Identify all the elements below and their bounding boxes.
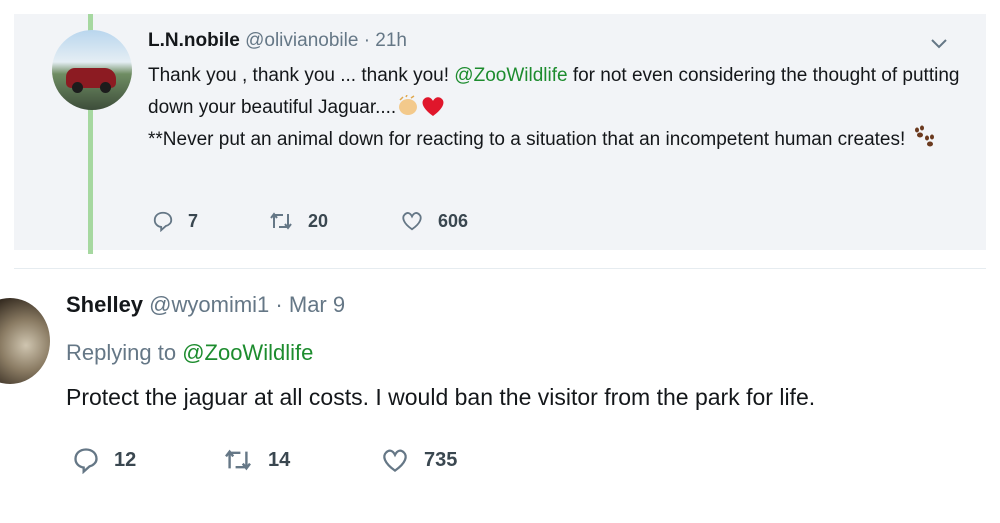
timestamp[interactable]: 21h xyxy=(375,30,407,51)
red-heart-icon xyxy=(420,94,446,118)
divider xyxy=(14,268,986,269)
heart-icon xyxy=(402,212,422,231)
replying-to: Replying to @ZooWildlife xyxy=(66,340,314,365)
chevron-down-icon[interactable] xyxy=(930,38,948,50)
tweet-header: L.N.nobile @olivianobile · 21h xyxy=(148,30,407,52)
avatar[interactable] xyxy=(52,30,132,110)
tweet-actions: 7 20 606 xyxy=(152,210,468,232)
retweet-icon xyxy=(270,212,292,230)
user-handle[interactable]: @olivianobile xyxy=(245,30,358,51)
like-button[interactable]: 606 xyxy=(400,210,468,232)
retweet-icon xyxy=(225,449,251,471)
avatar[interactable] xyxy=(0,298,50,384)
reply-button[interactable]: 7 xyxy=(152,210,268,232)
separator: · xyxy=(363,30,371,51)
clapping-hands-icon xyxy=(396,94,420,117)
reply-count: 12 xyxy=(114,448,137,471)
heart-icon xyxy=(383,449,407,472)
like-button[interactable]: 735 xyxy=(380,447,457,474)
tweet-text: Protect the jaguar at all costs. I would… xyxy=(66,384,816,410)
reply-icon xyxy=(153,211,173,232)
like-count: 735 xyxy=(424,448,458,471)
paw-prints-icon xyxy=(911,125,937,149)
mention-link[interactable]: @ZooWildlife xyxy=(182,340,313,365)
retweet-button[interactable]: 20 xyxy=(268,211,400,232)
reply-count: 7 xyxy=(188,210,199,231)
reply-icon xyxy=(74,448,98,474)
tweet-header: Shelley @wyomimi1 · Mar 9 xyxy=(66,292,345,318)
reply-button[interactable]: 12 xyxy=(72,446,222,474)
user-handle[interactable]: @wyomimi1 xyxy=(149,292,269,317)
retweet-button[interactable]: 14 xyxy=(222,448,380,472)
retweet-count: 20 xyxy=(308,210,329,231)
user-name[interactable]: Shelley xyxy=(66,292,143,317)
timestamp[interactable]: Mar 9 xyxy=(289,292,345,317)
separator: · xyxy=(275,292,283,317)
tweet-text: Thank you , thank you ... thank you! @Zo… xyxy=(148,65,960,150)
tweet-actions: 12 14 735 xyxy=(72,446,457,474)
like-count: 606 xyxy=(438,210,469,231)
user-name[interactable]: L.N.nobile xyxy=(148,30,240,51)
retweet-count: 14 xyxy=(268,448,291,471)
mention-link[interactable]: @ZooWildlife xyxy=(454,65,567,86)
